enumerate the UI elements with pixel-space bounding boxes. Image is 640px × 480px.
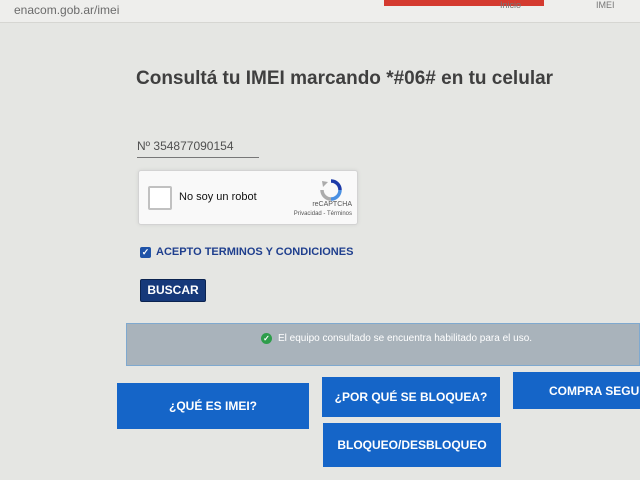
browser-tab-2[interactable]: IMEI xyxy=(596,0,615,10)
recaptcha-links[interactable]: Privacidad - Términos xyxy=(139,211,352,217)
page-title: Consultá tu IMEI marcando *#06# en tu ce… xyxy=(136,68,554,89)
que-es-imei-button[interactable]: ¿QUÉ ES IMEI? xyxy=(117,383,309,429)
terms-checkbox[interactable]: ✓ xyxy=(140,246,151,258)
browser-bar: enacom.gob.ar/imei Inicio IMEI xyxy=(0,0,640,23)
imei-input[interactable]: Nº 354877090154 xyxy=(137,139,259,158)
terms-row: ✓ ACEPTO TERMINOS Y CONDICIONES xyxy=(140,245,353,259)
status-banner: ✓ El equipo consultado se encuentra habi… xyxy=(126,323,640,366)
imei-prefix: Nº xyxy=(137,139,151,153)
recaptcha-brand: reCAPTCHA xyxy=(312,201,352,208)
success-check-icon: ✓ xyxy=(261,333,272,344)
status-content: ✓ El equipo consultado se encuentra habi… xyxy=(261,333,532,344)
bloqueo-desbloqueo-button[interactable]: BLOQUEO/DESBLOQUEO xyxy=(323,423,501,467)
imei-value: 354877090154 xyxy=(153,139,234,153)
checkmark-icon: ✓ xyxy=(141,246,150,257)
address-bar-url[interactable]: enacom.gob.ar/imei xyxy=(14,3,119,17)
recaptcha-widget: No soy un robot reCAPTCHA Privacidad - T… xyxy=(138,170,358,225)
compra-segura-button[interactable]: COMPRA SEGURA xyxy=(513,372,640,409)
search-button[interactable]: BUSCAR xyxy=(140,279,206,302)
recaptcha-logo-icon xyxy=(320,179,342,201)
por-que-se-bloquea-button[interactable]: ¿POR QUÉ SE BLOQUEA? xyxy=(322,377,500,417)
status-message: El equipo consultado se encuentra habili… xyxy=(278,333,533,344)
terms-label[interactable]: ACEPTO TERMINOS Y CONDICIONES xyxy=(156,246,353,258)
browser-tab-1[interactable]: Inicio xyxy=(500,0,521,10)
